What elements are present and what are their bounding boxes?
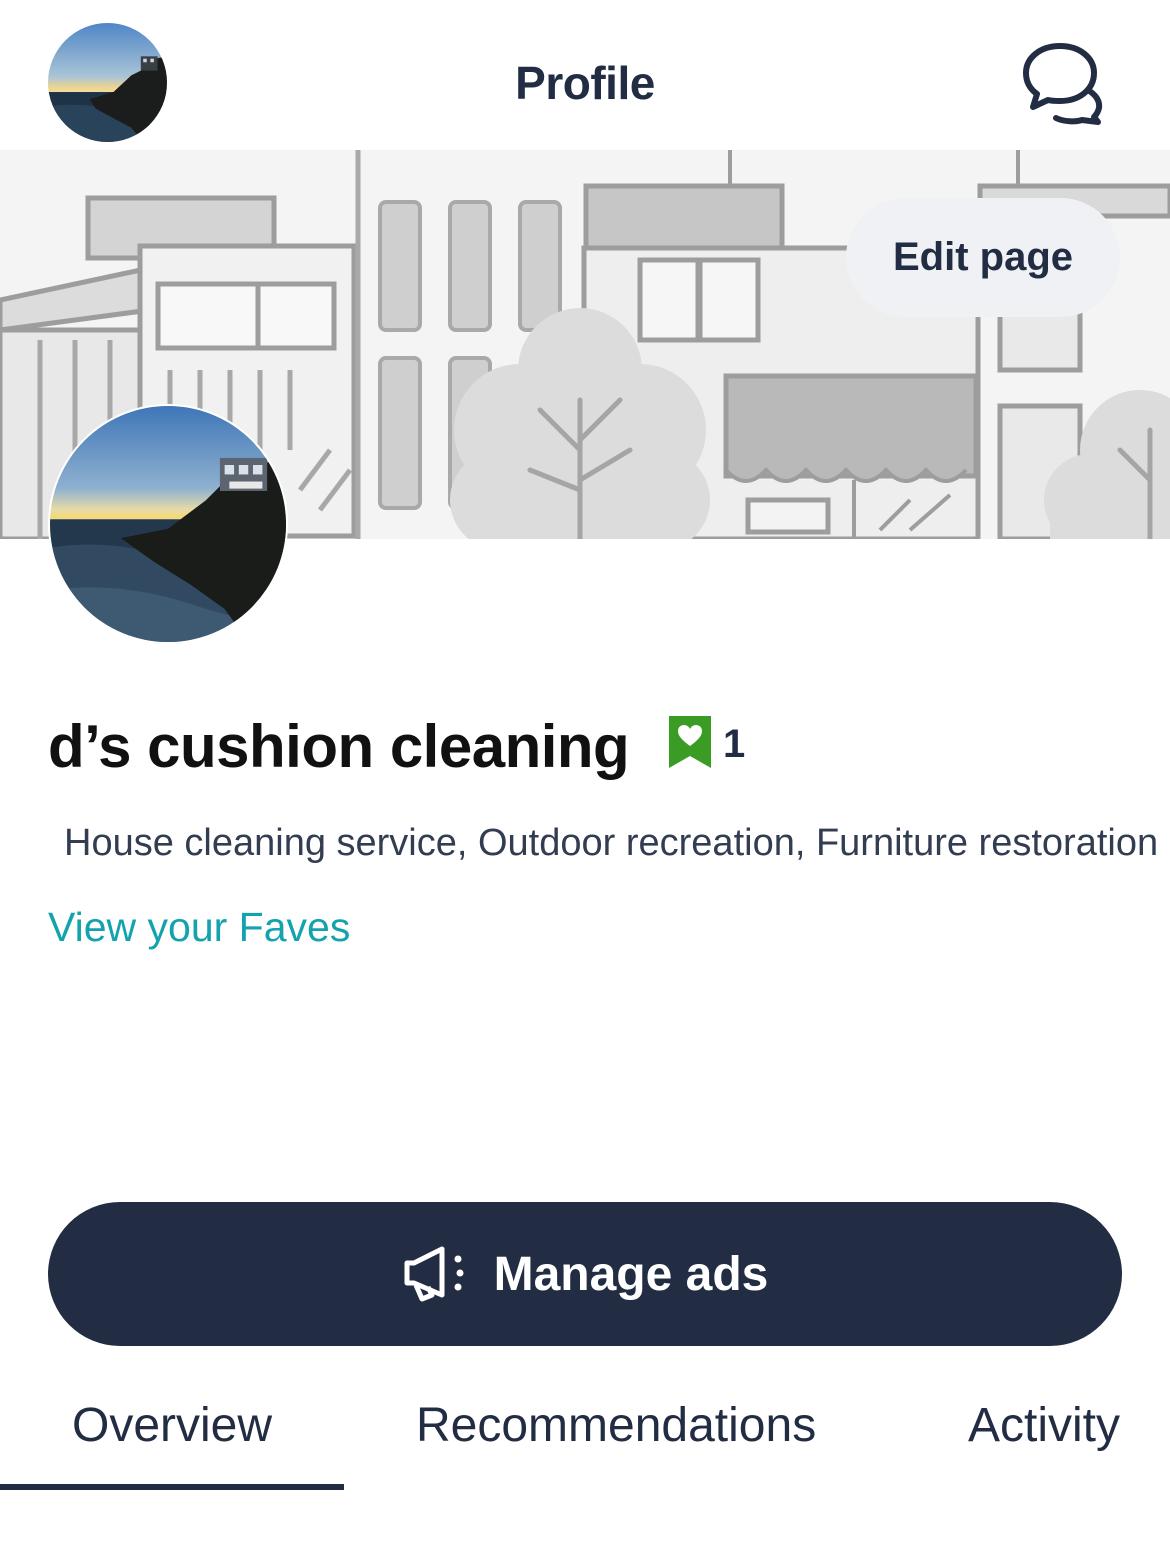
- profile-page: Profile Edit page d’s cushion cleaning 1…: [0, 0, 1170, 1543]
- business-name: d’s cushion cleaning: [48, 713, 630, 780]
- manage-ads-button[interactable]: Manage ads: [48, 1202, 1122, 1346]
- megaphone-icon: [404, 1246, 464, 1302]
- page-title: Profile: [515, 57, 655, 109]
- seaside-photo-icon: [50, 406, 286, 642]
- tab-selected-indicator: [0, 1484, 344, 1490]
- profile-avatar[interactable]: [48, 404, 288, 644]
- edit-page-button[interactable]: Edit page: [846, 198, 1120, 317]
- view-faves-link[interactable]: View your Faves: [48, 904, 350, 951]
- top-bar: Profile: [0, 0, 1170, 150]
- fave-count: 1: [723, 722, 746, 766]
- manage-ads-label: Manage ads: [493, 1247, 769, 1301]
- chat-bubbles-icon[interactable]: [1018, 38, 1106, 126]
- profile-tabs: Overview Recommendations Activity: [0, 1380, 1170, 1492]
- business-categories: House cleaning service, Outdoor recreati…: [64, 822, 1159, 864]
- tab-overview[interactable]: Overview: [72, 1398, 272, 1453]
- tab-activity[interactable]: Activity: [968, 1398, 1120, 1453]
- tab-recommendations[interactable]: Recommendations: [416, 1398, 816, 1453]
- heart-bookmark-icon: [669, 716, 711, 768]
